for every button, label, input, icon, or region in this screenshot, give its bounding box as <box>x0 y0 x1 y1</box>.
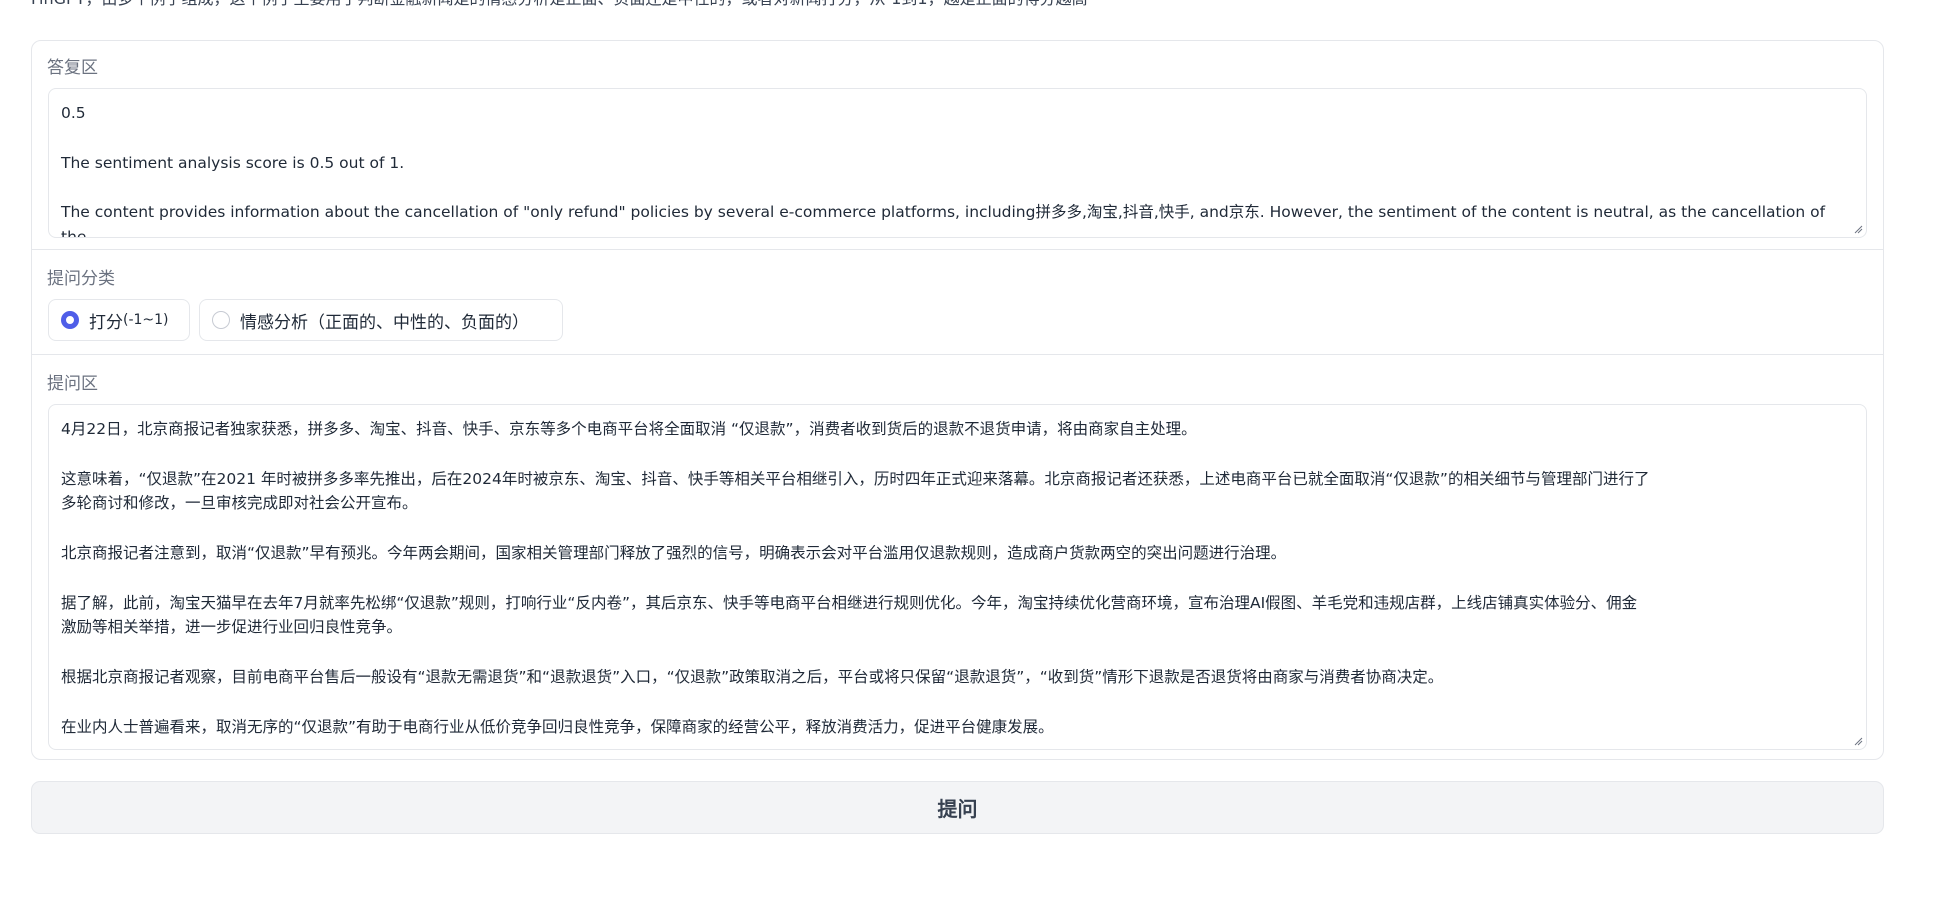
text-line: 多轮商讨和修改，一旦审核完成即对社会公开宣布。 <box>61 494 418 513</box>
text-line: 这意味着，“仅退款”在2021 年时被拼多多率先推出，后在2024年时被京东、淘… <box>61 469 1650 488</box>
radio-option-label: 情感分析（正面的、中性的、负面的） <box>240 312 529 333</box>
text-line: 激励等相关举措，进一步促进行业回归良性竞争。 <box>61 618 403 637</box>
main-panel: 答复区 0.5 The sentiment analysis score is 0… <box>31 40 1884 760</box>
question-textarea[interactable]: 4月22日，北京商报记者独家获悉，拼多多、淘宝、抖音、快手、京东等多个电商平台将… <box>48 404 1867 750</box>
text-line: The sentiment analysis score is 0.5 out … <box>61 153 405 172</box>
question-type-label: 提问分类 <box>47 269 115 289</box>
resize-handle-icon[interactable] <box>1853 224 1863 234</box>
answer-label: 答复区 <box>47 58 98 78</box>
text-line: The content provides information about t… <box>61 203 1826 238</box>
radio-option-label: 打分 <box>89 312 123 333</box>
radio-unchecked-icon <box>212 311 230 329</box>
text-line <box>61 566 1854 591</box>
text-line <box>61 126 1854 151</box>
divider <box>32 354 1883 355</box>
text-line: 在业内人士普遍看来，取消无序的“仅退款”有助于电商行业从低价竞争回归良性竞争，保… <box>61 717 1054 736</box>
text-line <box>61 175 1854 200</box>
text-line <box>61 640 1854 665</box>
text-line <box>61 442 1854 467</box>
question-label: 提问区 <box>47 374 98 394</box>
text-line: 4月22日，北京商报记者独家获悉，拼多多、淘宝、抖音、快手、京东等多个电商平台将… <box>61 420 1197 438</box>
text-line: 据了解，此前，淘宝天猫早在去年7月就率先松绑“仅退款”规则，打响行业“反内卷”，… <box>61 593 1638 612</box>
text-line: 北京商报记者注意到，取消“仅退款”早有预兆。今年两会期间，国家相关管理部门释放了… <box>61 543 1287 562</box>
submit-button[interactable]: 提问 <box>31 781 1884 834</box>
text-line: 根据北京商报记者观察，目前电商平台售后一般设有“退款无需退货”和“退款退货”入口… <box>61 667 1444 686</box>
answer-text: 0.5 The sentiment analysis score is 0.5 o… <box>61 101 1854 238</box>
text-line <box>61 690 1854 715</box>
radio-option-sentiment[interactable]: 情感分析（正面的、中性的、负面的） <box>199 299 563 341</box>
text-line <box>61 516 1854 541</box>
radio-option-score[interactable]: 打分 (-1~1) <box>48 299 190 341</box>
question-text: 4月22日，北京商报记者独家获悉，拼多多、淘宝、抖音、快手、京东等多个电商平台将… <box>61 417 1854 739</box>
divider <box>32 249 1883 250</box>
text-line: 0.5 <box>61 104 86 122</box>
resize-handle-icon[interactable] <box>1853 736 1863 746</box>
radio-option-suffix: (-1~1) <box>123 312 169 328</box>
answer-textarea[interactable]: 0.5 The sentiment analysis score is 0.5 o… <box>48 88 1867 238</box>
intro-description: FinGPT，由多个例子组成，这个例子主要用于判断金融新闻是的情感分析是正面、负… <box>31 0 1088 9</box>
radio-checked-icon <box>61 311 79 329</box>
